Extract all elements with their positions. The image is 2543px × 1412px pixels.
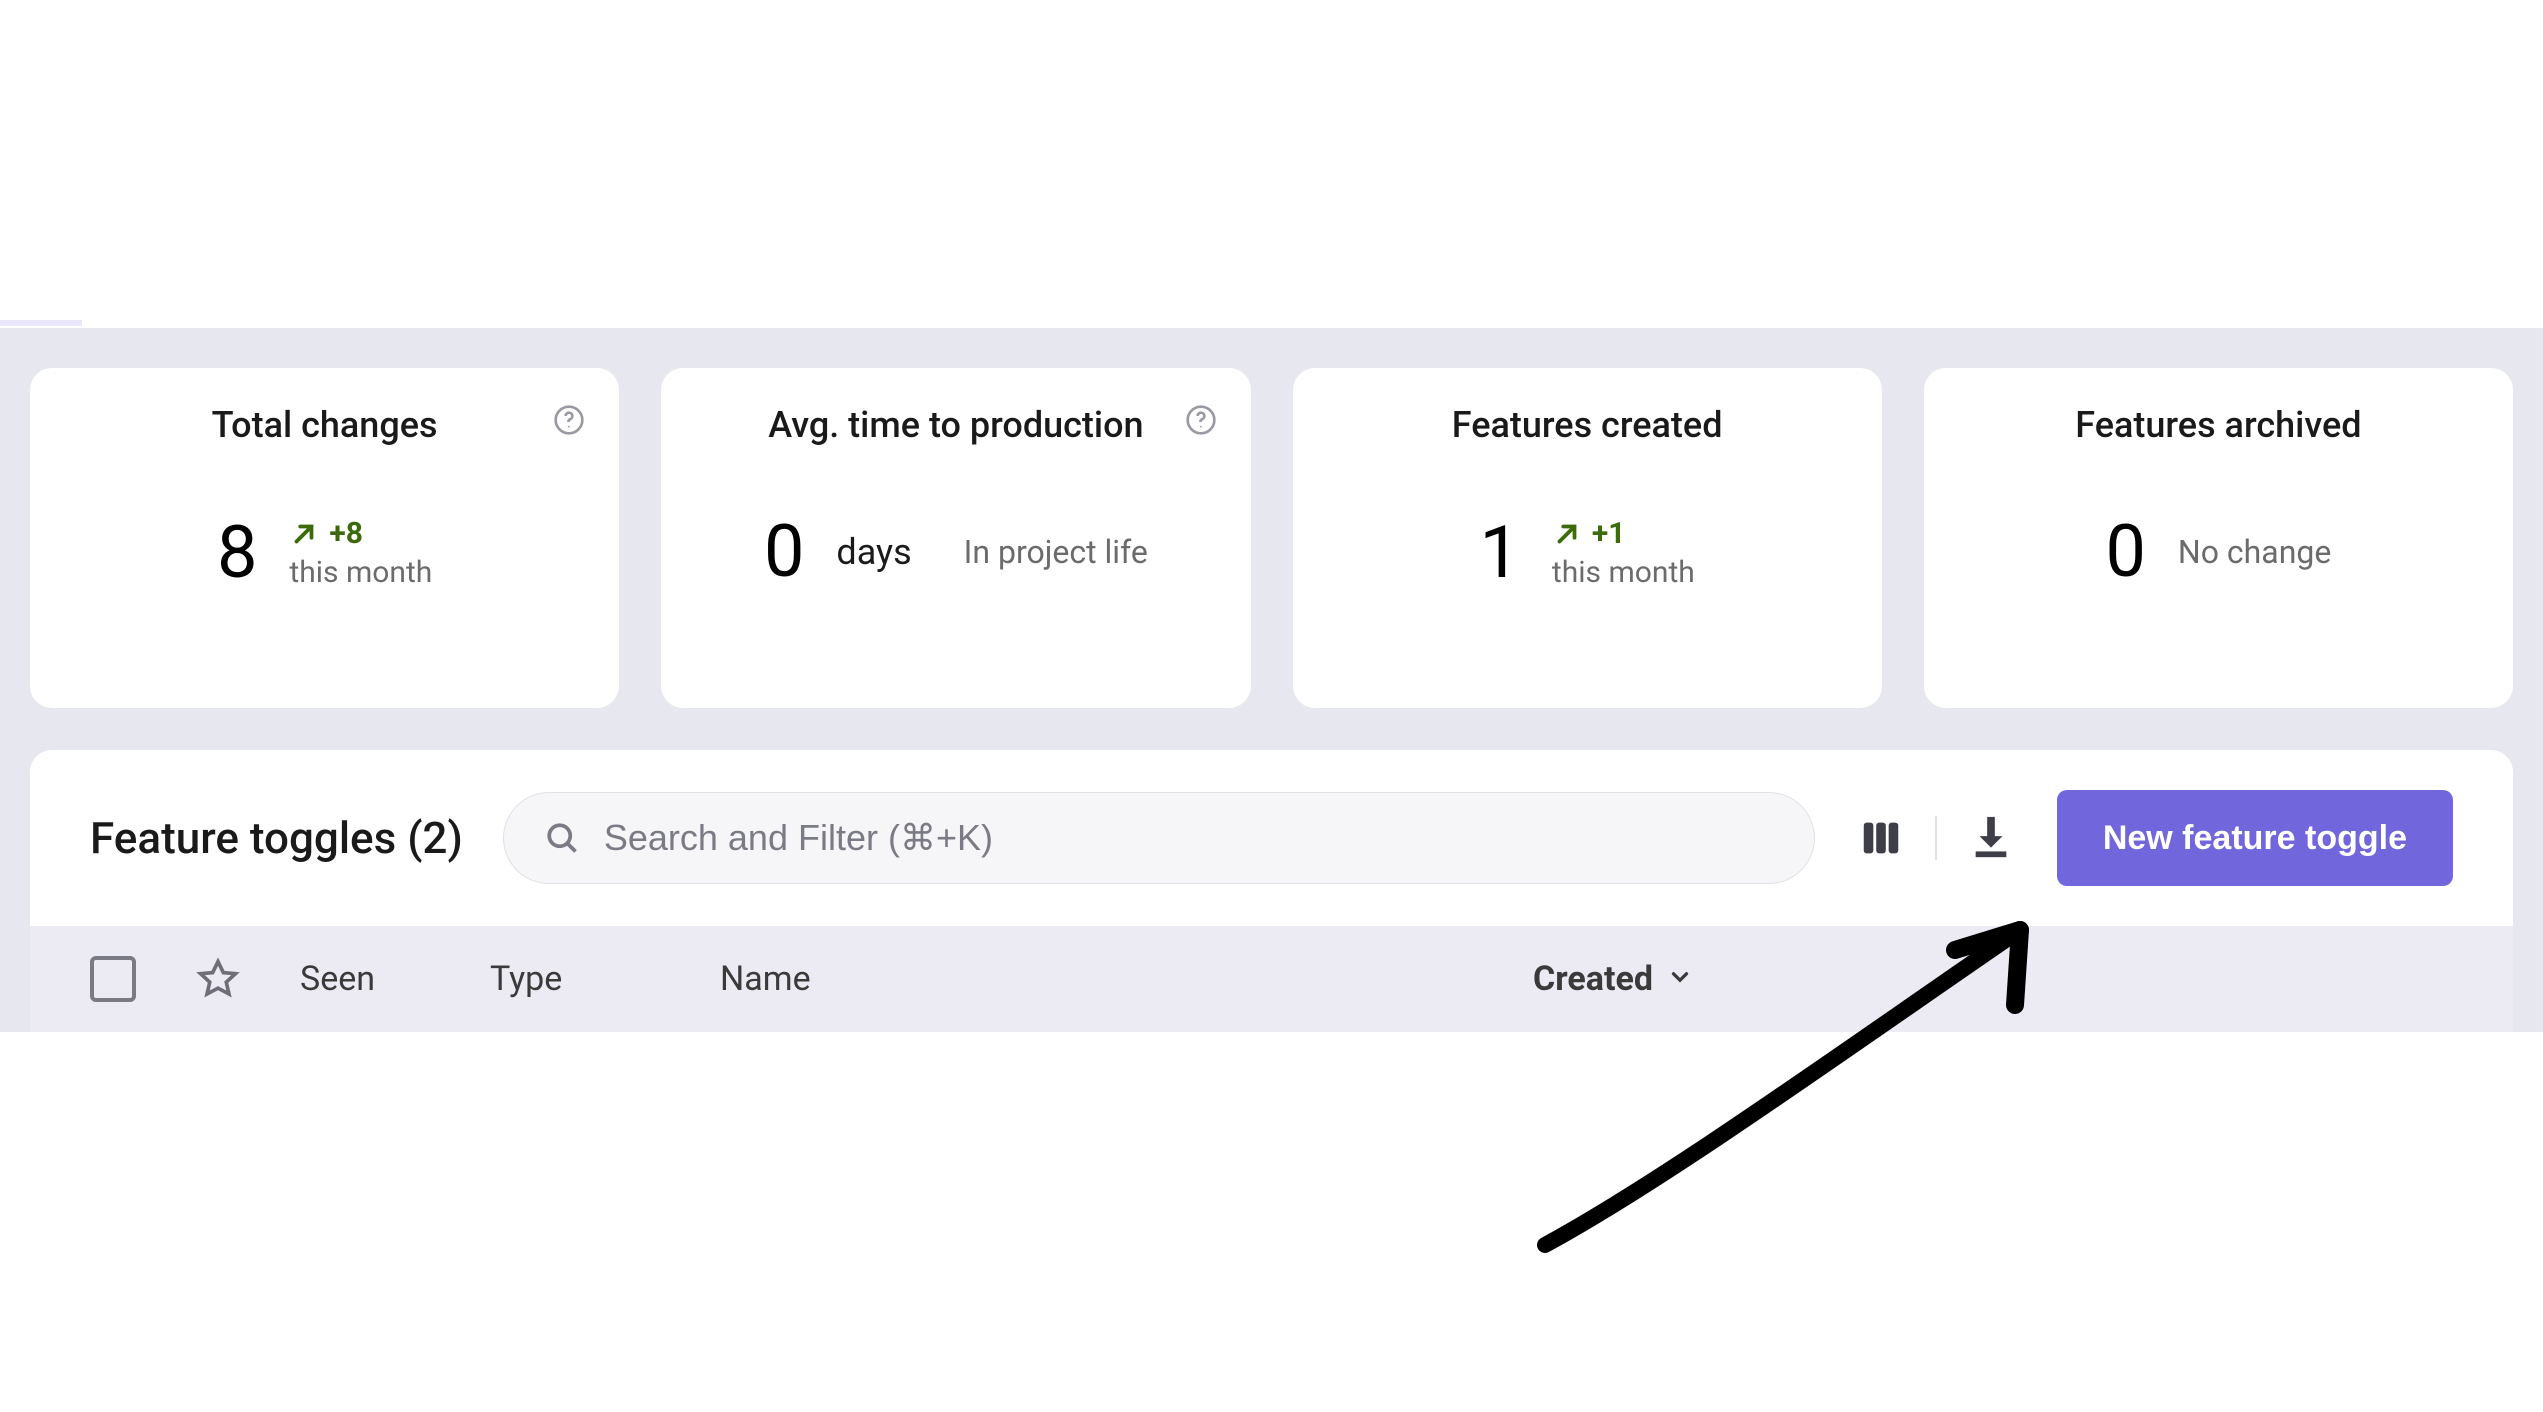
stat-value: 0 — [764, 516, 804, 588]
columns-icon[interactable] — [1855, 812, 1907, 864]
stat-body: 1 +1 this month — [1329, 516, 1846, 590]
select-all-checkbox[interactable] — [90, 956, 136, 1002]
column-created[interactable]: Created — [1533, 959, 1693, 999]
help-icon[interactable] — [553, 404, 585, 436]
stat-title: Total changes — [66, 404, 583, 446]
column-created-label: Created — [1533, 959, 1653, 999]
stat-nochange: No change — [2178, 533, 2331, 571]
stat-value: 1 — [1479, 517, 1519, 589]
stat-value: 0 — [2105, 516, 2145, 588]
toggles-header: Feature toggles (2) New feature toggle — [30, 750, 2513, 926]
help-icon[interactable] — [1185, 404, 1217, 436]
search-input[interactable] — [604, 817, 1774, 859]
stat-body: 0 No change — [1960, 516, 2477, 588]
bottom-whitespace — [0, 1032, 2543, 1372]
download-icon[interactable] — [1965, 812, 2017, 864]
toggles-title: Feature toggles (2) — [90, 812, 463, 864]
stat-title: Features created — [1329, 404, 1846, 446]
trend-top: +1 — [1552, 516, 1695, 551]
toolbar-icons — [1855, 812, 2017, 864]
column-name[interactable]: Name — [720, 959, 1473, 999]
column-type[interactable]: Type — [490, 959, 660, 999]
stat-card-total-changes: Total changes 8 +8 this month — [30, 368, 619, 708]
stat-body: 8 +8 this month — [66, 516, 583, 590]
stat-body: 0 days In project life — [697, 516, 1214, 588]
stat-unit: days — [836, 531, 911, 573]
star-icon[interactable] — [196, 957, 240, 1001]
stat-title: Features archived — [1960, 404, 2477, 446]
chevron-down-icon — [1667, 959, 1693, 999]
search-icon — [544, 820, 580, 856]
stat-title: Avg. time to production — [697, 404, 1214, 446]
arrow-up-right-icon — [289, 519, 319, 549]
search-field[interactable] — [503, 792, 1815, 884]
trend-delta: +1 — [1592, 516, 1626, 551]
arrow-up-right-icon — [1552, 519, 1582, 549]
new-feature-toggle-button[interactable]: New feature toggle — [2057, 790, 2453, 886]
trend-block: +1 this month — [1552, 516, 1695, 590]
stat-card-features-created: Features created 1 +1 this month — [1293, 368, 1882, 708]
trend-block: +8 this month — [289, 516, 432, 590]
trend-period: this month — [1552, 555, 1695, 590]
stat-cards-row: Total changes 8 +8 this month — [30, 368, 2513, 708]
top-accent-bar — [0, 320, 82, 326]
feature-toggles-panel: Feature toggles (2) New feature toggle — [30, 750, 2513, 1032]
trend-top: +8 — [289, 516, 432, 551]
table-header-row: Seen Type Name Created — [30, 926, 2513, 1032]
trend-period: this month — [289, 555, 432, 590]
top-spacer — [0, 0, 2543, 328]
stat-value: 8 — [217, 517, 257, 589]
trend-delta: +8 — [329, 516, 363, 551]
column-seen[interactable]: Seen — [300, 959, 430, 999]
toolbar-divider — [1935, 816, 1937, 860]
dashboard-area: Total changes 8 +8 this month — [0, 328, 2543, 1032]
stat-card-features-archived: Features archived 0 No change — [1924, 368, 2513, 708]
stat-card-avg-time: Avg. time to production 0 days In projec… — [661, 368, 1250, 708]
stat-subtext: In project life — [964, 533, 1148, 571]
